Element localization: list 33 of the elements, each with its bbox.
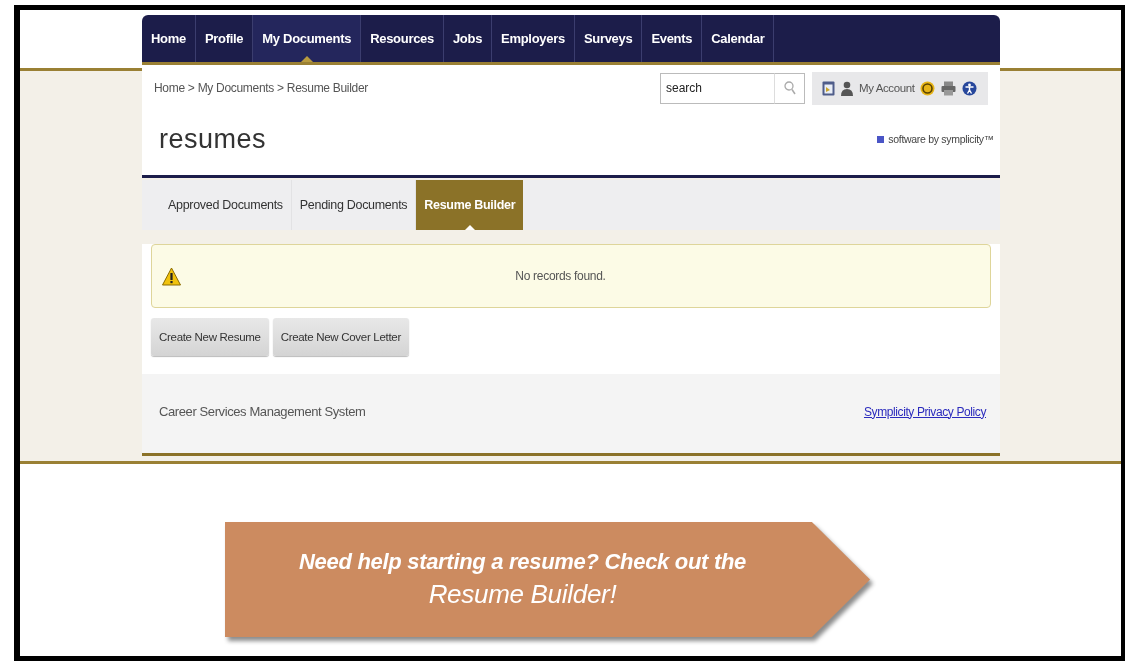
page-title: resumes bbox=[159, 123, 267, 155]
printer-icon[interactable] bbox=[941, 80, 957, 96]
callout-text: Need help starting a resume? Check out the Resume Builder! bbox=[298, 548, 747, 611]
brand-text[interactable]: software by symplicity™ bbox=[888, 133, 994, 145]
breadcrumb-link[interactable]: My Documents bbox=[197, 81, 275, 95]
nav-item[interactable]: Employers bbox=[492, 15, 575, 62]
nav-item[interactable]: Events bbox=[642, 15, 703, 62]
breadcrumb-separator: > bbox=[277, 81, 284, 95]
tab[interactable]: Resume Builder bbox=[416, 180, 524, 230]
nav-item[interactable]: Resources bbox=[361, 15, 444, 62]
nav-item[interactable]: Home bbox=[142, 15, 196, 62]
search-icon bbox=[783, 81, 796, 95]
privacy-link[interactable]: Symplicity Privacy Policy bbox=[863, 404, 986, 419]
logo-icon bbox=[877, 135, 885, 143]
accessibility-icon[interactable] bbox=[962, 80, 978, 96]
tab[interactable]: Approved Documents bbox=[160, 180, 292, 230]
nav-item[interactable]: Jobs bbox=[443, 15, 493, 62]
search-field[interactable]: search bbox=[660, 72, 775, 104]
breadcrumb-link[interactable]: Home bbox=[154, 81, 185, 95]
nav-item[interactable]: Calendar bbox=[702, 15, 775, 62]
account-link[interactable]: My Account bbox=[859, 82, 915, 94]
person-icon[interactable] bbox=[841, 80, 853, 96]
calendar-icon[interactable] bbox=[822, 80, 835, 96]
nav-item[interactable]: My Documents bbox=[253, 15, 362, 62]
breadcrumb-link[interactable]: Resume Builder bbox=[286, 81, 369, 95]
action-button[interactable]: Create New Cover Letter bbox=[272, 318, 409, 356]
alert-message: No records found. bbox=[514, 269, 607, 283]
breadcrumb-separator: > bbox=[187, 81, 195, 95]
nav-item[interactable]: Surveys bbox=[574, 15, 643, 62]
action-button[interactable]: Create New Resume bbox=[151, 318, 269, 356]
help-icon[interactable] bbox=[920, 80, 936, 96]
warning-icon bbox=[162, 266, 181, 286]
footer-text: Career Services Management System bbox=[159, 404, 366, 419]
